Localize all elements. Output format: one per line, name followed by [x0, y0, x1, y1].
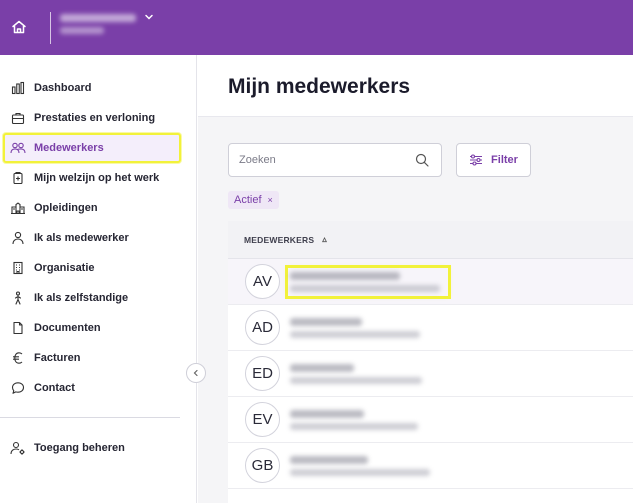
sidebar-item-label: Prestaties en verloning [34, 112, 156, 124]
search-box [228, 143, 442, 177]
document-icon [10, 320, 26, 336]
sort-icon[interactable]: ▵ [322, 234, 327, 245]
column-header-medewerkers[interactable]: MEDEWERKERS [244, 235, 314, 245]
employee-name-redacted[interactable] [288, 406, 448, 434]
employee-name-redacted[interactable] [288, 360, 448, 388]
sidebar-item-medewerkers[interactable]: Medewerkers [3, 133, 181, 163]
search-input[interactable] [229, 144, 409, 176]
sidebar-item-contact[interactable]: Contact [4, 374, 180, 402]
sidebar: Dashboard Prestaties en verloning Medewe… [0, 55, 197, 503]
sidebar-item-documenten[interactable]: Documenten [4, 314, 180, 342]
filter-chip-actief: Actief × [228, 191, 279, 209]
avatar: GB [245, 448, 280, 483]
company-name-redacted [60, 14, 136, 22]
euro-icon [10, 350, 26, 366]
person-icon [10, 230, 26, 246]
building-icon [10, 260, 26, 276]
first-aid-kit-icon [10, 170, 26, 186]
home-button[interactable] [8, 16, 30, 38]
chevron-left-icon [193, 369, 198, 377]
bar-chart-icon [10, 80, 26, 96]
employee-name-redacted[interactable] [285, 265, 451, 299]
sidebar-item-opleidingen[interactable]: Opleidingen [4, 194, 180, 222]
top-bar [0, 0, 633, 55]
chip-remove-icon[interactable]: × [268, 195, 273, 205]
title-bar: Mijn medewerkers [198, 55, 633, 117]
filter-button[interactable]: Filter [456, 143, 531, 177]
sidebar-item-label: Organisatie [34, 262, 95, 274]
sliders-icon [470, 154, 483, 166]
sidebar-item-label: Contact [34, 382, 75, 394]
top-divider [50, 12, 51, 44]
sidebar-item-zelfstandige[interactable]: Ik als zelfstandige [4, 284, 180, 312]
sidebar-item-welzijn[interactable]: Mijn welzijn op het werk [4, 164, 180, 192]
sidebar-item-label: Facturen [34, 352, 81, 364]
filter-label: Filter [491, 154, 518, 166]
table-row[interactable]: AV [228, 259, 633, 305]
page-title: Mijn medewerkers [228, 75, 411, 98]
sidebar-item-label: Dashboard [34, 82, 92, 94]
table-row[interactable]: EV [228, 397, 633, 443]
employee-name-redacted[interactable] [288, 314, 448, 342]
sidebar-item-label: Medewerkers [34, 142, 104, 154]
company-switcher[interactable] [60, 10, 160, 44]
chat-bubble-icon [10, 380, 26, 396]
school-building-icon [10, 200, 26, 216]
filter-chip-label: Actief [234, 194, 262, 206]
sidebar-item-dashboard[interactable]: Dashboard [4, 74, 180, 102]
main-content: Mijn medewerkers Filter Actief × MEDEWER… [198, 55, 633, 503]
sidebar-divider [0, 417, 180, 418]
people-icon [10, 140, 26, 156]
sidebar-item-toegang-beheren[interactable]: Toegang beheren [4, 434, 180, 462]
avatar: AD [245, 310, 280, 345]
table-row[interactable]: AD [228, 305, 633, 351]
sidebar-item-label: Mijn welzijn op het werk [34, 172, 160, 184]
chevron-down-icon [145, 14, 153, 20]
avatar: AV [245, 264, 280, 299]
sidebar-item-ik-als-medewerker[interactable]: Ik als medewerker [4, 224, 180, 252]
sidebar-item-label: Documenten [34, 322, 101, 334]
walking-person-icon [10, 290, 26, 306]
sidebar-item-prestaties[interactable]: Prestaties en verloning [4, 104, 180, 132]
home-icon [12, 20, 26, 34]
employees-table: MEDEWERKERS ▵ AV AD ED EV GB [228, 221, 633, 503]
avatar: EV [245, 402, 280, 437]
sidebar-item-label: Ik als zelfstandige [34, 292, 129, 304]
briefcase-icon [10, 110, 26, 126]
sidebar-item-label: Ik als medewerker [34, 232, 129, 244]
sidebar-item-label: Toegang beheren [34, 442, 125, 454]
sidebar-collapse-button[interactable] [186, 363, 206, 383]
employee-name-redacted[interactable] [288, 452, 448, 480]
company-id-redacted [60, 27, 104, 34]
table-header: MEDEWERKERS ▵ [228, 221, 633, 259]
table-row[interactable]: GB [228, 443, 633, 489]
sidebar-item-facturen[interactable]: Facturen [4, 344, 180, 372]
table-row[interactable]: ED [228, 351, 633, 397]
search-icon[interactable] [415, 153, 429, 167]
user-settings-icon [10, 440, 26, 456]
sidebar-item-organisatie[interactable]: Organisatie [4, 254, 180, 282]
sidebar-item-label: Opleidingen [34, 202, 98, 214]
avatar: ED [245, 356, 280, 391]
